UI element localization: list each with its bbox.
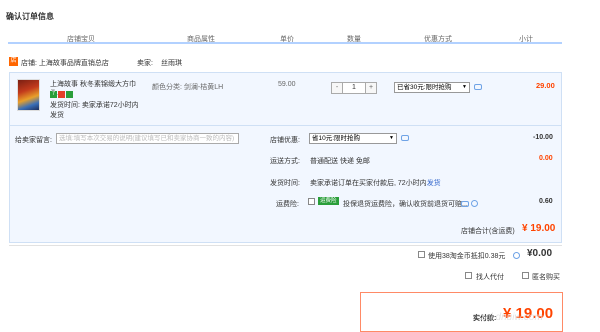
quantity-increase-button[interactable]: + (366, 83, 376, 93)
dispatch-label: 发货时间: (270, 180, 300, 187)
info-bubble-icon[interactable] (474, 84, 482, 90)
product-attributes: 颜色分类: 剑澜-桔黄LH (152, 84, 224, 91)
seller-name-link[interactable]: 丝雨琪 (161, 58, 182, 68)
delivery-method: 普通配送 快递 免邮 (310, 158, 370, 165)
quantity-input[interactable]: 1 (342, 83, 366, 93)
coins-amount: ¥0.00 (527, 248, 553, 259)
watermark: zol.dnuiw.com (480, 312, 543, 323)
item-discount-select[interactable]: 已省30元:限时抢购 ▼ (394, 82, 470, 93)
shop-total-label: 店铺合计(含运费) (461, 228, 515, 235)
shop-icon: 店 (9, 57, 18, 66)
help-icon[interactable] (513, 252, 520, 259)
insurance-checkbox[interactable] (308, 198, 315, 205)
consumer-protection-icon[interactable] (66, 91, 73, 98)
anonymous-checkbox[interactable] (522, 272, 529, 279)
shop-discount-label: 店铺优惠: (270, 137, 300, 144)
coins-label: 使用38淘金币抵扣0.38元 (428, 253, 506, 260)
shop-discount-value: 省10元:限时抢购 (312, 135, 361, 142)
quantity-decrease-button[interactable]: - (332, 83, 342, 93)
info-bubble-icon[interactable] (401, 135, 409, 141)
info-bubble-icon[interactable] (461, 201, 469, 207)
insurance-label: 运费险: (276, 201, 299, 208)
unit-price: 59.00 (278, 81, 296, 88)
section-divider (9, 245, 562, 246)
shop-total-amount: ¥ 19.00 (522, 223, 556, 234)
chevron-down-icon: ▼ (462, 84, 467, 90)
shop-name-link[interactable]: 店铺: 上海故事品牌直销总店 (21, 58, 109, 68)
seller-label: 卖家: (137, 60, 153, 67)
insurance-tag: 运费险 (318, 197, 339, 205)
service-badges: 7 (50, 91, 74, 99)
page-title: 确认订单信息 (6, 12, 54, 21)
product-thumbnail[interactable] (17, 79, 40, 111)
delivery-amount: 0.00 (539, 155, 553, 162)
item-divider (10, 125, 561, 126)
proxy-pay-checkbox[interactable] (465, 272, 472, 279)
shop-discount-amount: -10.00 (533, 134, 553, 141)
dispatch-note: 卖家承诺订单在买家付款后, 72小时内发货 (310, 178, 441, 188)
message-label: 给卖家留言: (15, 137, 52, 144)
insurance-description: 投保退货运费险，确认收货前退货可赔... (343, 201, 468, 208)
help-icon[interactable] (471, 200, 478, 207)
seven-day-return-icon[interactable]: 7 (50, 91, 57, 98)
anonymous-label: 匿名购买 (532, 274, 560, 281)
dispatch-text: 卖家承诺订单在买家付款后, 72小时内 (310, 180, 427, 187)
delivery-label: 运送方式: (270, 158, 300, 165)
shop-discount-select[interactable]: 省10元:限时抢购 ▼ (309, 133, 397, 144)
dispatch-link[interactable]: 发货 (427, 180, 441, 187)
chevron-down-icon: ▼ (389, 135, 394, 141)
coins-checkbox[interactable] (418, 251, 425, 258)
credit-card-icon[interactable] (58, 91, 65, 98)
shipping-time-note: 发货时间: 卖家承诺72小时内发货 (50, 102, 139, 119)
header-divider (8, 42, 562, 44)
quantity-stepper: - 1 + (331, 82, 377, 94)
item-discount-value: 已省30元:限时抢购 (397, 84, 452, 91)
item-subtotal: 29.00 (536, 81, 555, 90)
insurance-amount: 0.60 (539, 198, 553, 205)
proxy-pay-label: 找人代付 (476, 274, 504, 281)
message-input[interactable]: 选填:填写本次交易的说明(建议填写已和卖家协商一致的内容) (56, 133, 239, 144)
